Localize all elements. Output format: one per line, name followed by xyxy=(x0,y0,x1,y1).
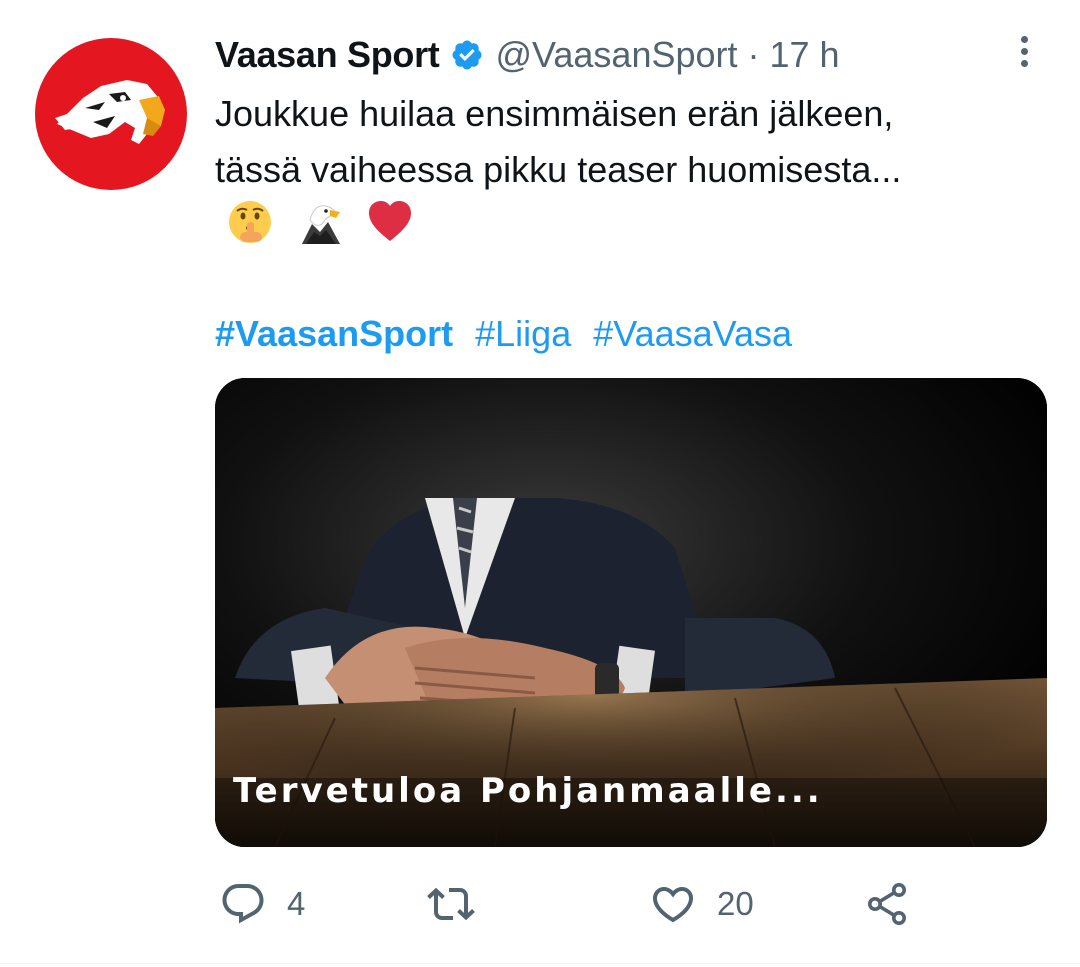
share-icon xyxy=(868,883,906,925)
eagle-logo-icon xyxy=(55,80,165,144)
media-image[interactable]: Tervetuloa Pohjanmaalle... xyxy=(215,378,1047,847)
tweet-timestamp[interactable]: 17 h xyxy=(770,34,840,76)
retweet-icon xyxy=(427,887,475,921)
action-bar: 4 20 xyxy=(215,872,1047,936)
hashtag-link[interactable]: #VaasanSport xyxy=(215,313,453,354)
heart-icon xyxy=(652,887,694,923)
share-button[interactable] xyxy=(863,872,911,936)
avatar[interactable] xyxy=(35,38,187,190)
divider xyxy=(0,963,1080,964)
eagle-icon xyxy=(302,205,340,244)
like-count: 20 xyxy=(717,885,754,922)
verified-badge-icon xyxy=(451,40,482,70)
emoji-row xyxy=(226,196,436,248)
media-caption: Tervetuloa Pohjanmaalle... xyxy=(233,771,823,811)
reply-count: 4 xyxy=(287,885,306,922)
red-heart-icon xyxy=(369,201,411,241)
separator-dot: · xyxy=(747,34,760,75)
tweet-text-line: Joukkue huilaa ensimmäisen erän jälkeen, xyxy=(215,93,894,134)
reply-icon xyxy=(222,884,264,924)
reply-button[interactable]: 4 xyxy=(219,872,305,936)
shushing-face-icon xyxy=(229,201,271,243)
author-handle[interactable]: @VaasanSport xyxy=(496,34,738,76)
tweet-text: Joukkue huilaa ensimmäisen erän jälkeen,… xyxy=(215,86,1045,198)
tweet-text-line: tässä vaiheessa pikku teaser huomisesta.… xyxy=(215,149,902,190)
tweet-header: Vaasan Sport @VaasanSport · 17 h xyxy=(215,30,840,80)
hashtag-row: #VaasanSport #Liiga #VaasaVasa xyxy=(215,306,804,362)
author-name[interactable]: Vaasan Sport xyxy=(215,34,440,76)
hashtag-link[interactable]: #Liiga xyxy=(475,313,571,354)
hashtag-link[interactable]: #VaasaVasa xyxy=(593,313,792,354)
tweet[interactable]: Vaasan Sport @VaasanSport · 17 h Joukkue… xyxy=(0,0,1080,967)
like-button[interactable]: 20 xyxy=(649,872,754,936)
retweet-button[interactable] xyxy=(427,872,495,936)
more-options-icon[interactable] xyxy=(1012,36,1036,72)
